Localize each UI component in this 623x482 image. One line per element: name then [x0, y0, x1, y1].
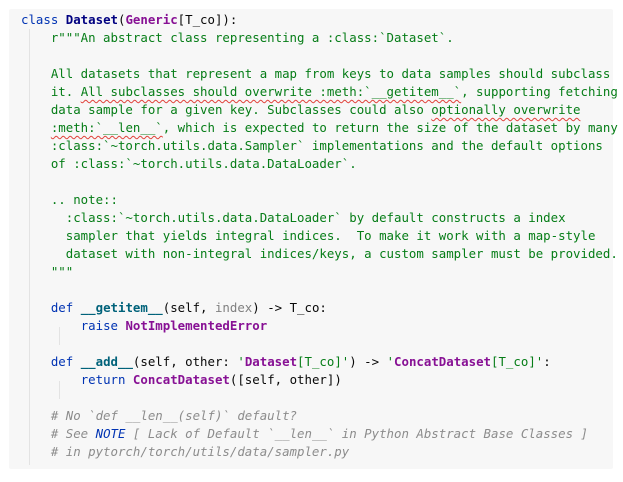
code-token: ) -> T_co:: [252, 300, 327, 315]
code-token: # See: [21, 426, 96, 441]
code-line: dataset with non-integral indices/keys, …: [21, 245, 618, 263]
code-token: :: [543, 354, 551, 369]
code-token: .. note::: [21, 192, 118, 207]
code-token: dataset with non-integral indices/keys, …: [21, 246, 618, 261]
code-line: def __getitem__(self, index) -> T_co:: [21, 299, 327, 317]
code-line: :class:`~torch.utils.data.Sampler` imple…: [21, 137, 603, 155]
code-token: , which is expected to return the size o…: [162, 120, 618, 135]
code-token: NotImplementedError: [125, 318, 268, 333]
code-token: # No `def __len__(self)` default?: [21, 408, 298, 423]
code-token: [ Lack of Default `__len__` in Python Ab…: [125, 426, 588, 441]
code-token: ': [237, 354, 245, 369]
code-line: .. note::: [21, 191, 118, 209]
code-line: sampler that yields integral indices. To…: [21, 227, 596, 245]
code-token: def: [50, 354, 81, 369]
code-line: # No `def __len__(self)` default?: [21, 407, 297, 425]
code-token: def: [50, 300, 81, 315]
code-token: NOTE: [95, 426, 126, 441]
code-token: """: [21, 264, 74, 279]
code-token: # in pytorch/torch/utils/data/sampler.py: [21, 444, 350, 459]
code-token: [T_co]': [297, 354, 350, 369]
code-token: sampler that yields integral indices. To…: [21, 228, 596, 243]
code-line: data sample for a given key. Subclasses …: [21, 101, 581, 119]
code-token: , supporting fetching a: [461, 84, 623, 99]
code-editor[interactable]: class Dataset(Generic[T_co]): r"""An abs…: [9, 9, 618, 469]
code-line: :class:`~torch.utils.data.DataLoader` by…: [21, 209, 566, 227]
code-line: r"""An abstract class representing a :cl…: [21, 29, 454, 47]
code-line: # See NOTE [ Lack of Default `__len__` i…: [21, 425, 588, 443]
code-token: class: [21, 12, 66, 27]
code-token: Dataset: [65, 12, 118, 27]
code-token: :meth:`__len__`: [50, 120, 163, 135]
code-token: ': [386, 354, 395, 369]
code-token: r"""An abstract class representing a :cl…: [21, 30, 454, 45]
code-token: (self,: [162, 300, 215, 315]
code-token: of :class:`~torch.utils.data.DataLoader`…: [21, 156, 357, 171]
code-token: All datasets that represent a map from k…: [21, 66, 611, 81]
code-token: optionally overwrite: [431, 102, 581, 117]
code-line: # in pytorch/torch/utils/data/sampler.py: [21, 443, 349, 461]
code-token: ([self, other]): [229, 372, 342, 387]
code-line: :meth:`__len__`, which is expected to re…: [21, 119, 618, 137]
code-token: Dataset: [244, 354, 298, 369]
code-line: of :class:`~torch.utils.data.DataLoader`…: [21, 155, 357, 173]
code-line: return ConcatDataset([self, other]): [21, 371, 342, 389]
code-line: it. All subclasses should overwrite :met…: [21, 83, 623, 101]
code-token: All subclasses should overwrite :meth:`_…: [80, 84, 462, 99]
code-token: __getitem__: [80, 300, 163, 315]
code-line: """: [21, 263, 73, 281]
code-token: raise: [80, 318, 126, 333]
code-token: it.: [21, 84, 81, 99]
code-token: ) ->: [349, 354, 387, 369]
code-token: (self, other:: [132, 354, 238, 369]
code-token: data sample for a given key. Subclasses …: [21, 102, 432, 117]
code-token: ConcatDataset: [132, 372, 230, 387]
code-token: __add__: [80, 354, 133, 369]
code-token: index: [214, 300, 253, 315]
code-token: :class:`~torch.utils.data.Sampler` imple…: [21, 138, 603, 153]
code-token: :class:`~torch.utils.data.DataLoader` by…: [21, 210, 566, 225]
code-token: Generic: [125, 12, 178, 27]
code-line: class Dataset(Generic[T_co]):: [21, 11, 237, 29]
code-line: raise NotImplementedError: [21, 317, 268, 335]
code-token: [T_co]):: [177, 12, 238, 27]
code-token: ConcatDataset: [394, 354, 492, 369]
code-line: def __add__(self, other: 'Dataset[T_co]'…: [21, 353, 551, 371]
code-line: All datasets that represent a map from k…: [21, 65, 611, 83]
code-token: [T_co]': [491, 354, 544, 369]
code-token: return: [80, 372, 133, 387]
